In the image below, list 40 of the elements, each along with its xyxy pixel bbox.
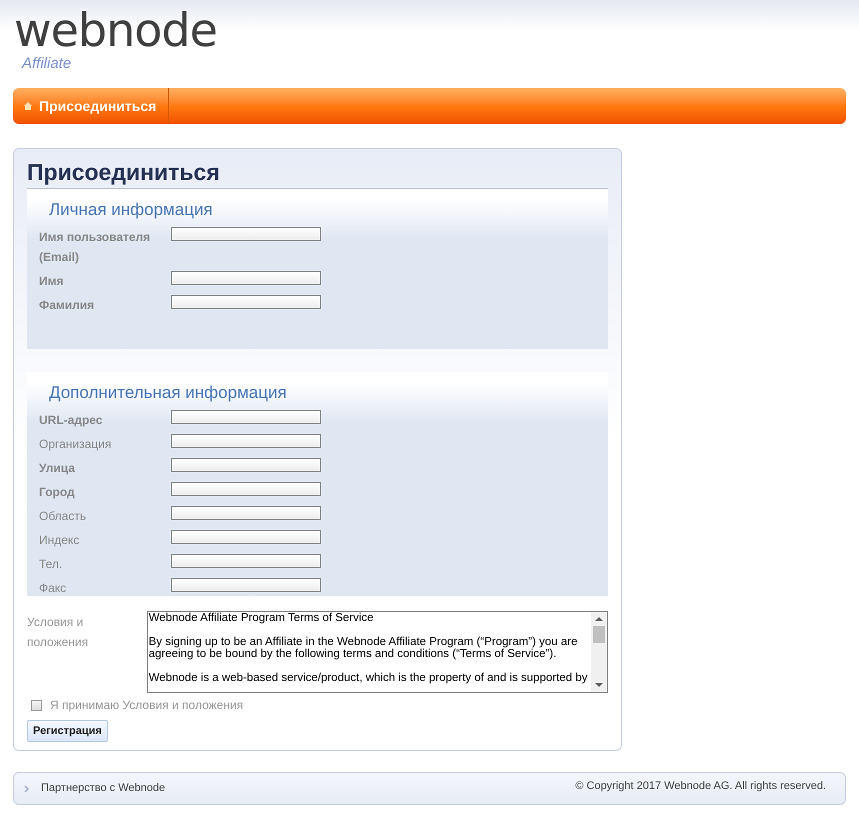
- scroll-bar[interactable]: [591, 612, 607, 692]
- input-field[interactable]: [171, 554, 321, 568]
- input-field[interactable]: [171, 530, 321, 544]
- copyright-text: © Copyright 2017 Webnode AG. All rights reserved.: [575, 779, 826, 794]
- field-label: Организация: [39, 436, 112, 453]
- terms-paragraph: Webnode Affiliate Program Terms of Service: [148, 612, 375, 624]
- input-field[interactable]: [171, 410, 321, 424]
- register-button[interactable]: Регистрация: [27, 720, 108, 742]
- input-field[interactable]: [171, 271, 321, 285]
- field-label: Фамилия: [39, 297, 96, 314]
- terms-label: Условия и положения: [27, 614, 90, 651]
- input-field[interactable]: [171, 506, 321, 520]
- input-field[interactable]: [171, 295, 321, 309]
- field-label: URL-адрес: [39, 412, 104, 429]
- scroll-thumb[interactable]: [593, 626, 605, 643]
- field-label: Индекс: [39, 532, 80, 549]
- field-label: Область: [39, 508, 88, 525]
- field-label: Город: [39, 484, 76, 501]
- terms-paragraph: Webnode is a web-based service/product, which is the property of and is supported by: [148, 672, 589, 684]
- input-field[interactable]: [171, 458, 321, 472]
- terms-paragraph: By signing up to be an Affiliate in the Webnode Affiliate Program (“Program”) you are agreeing to be bound by the following terms and conditions (“Terms of Service”).: [148, 636, 579, 660]
- accept-checkbox[interactable]: [31, 700, 42, 710]
- input-field[interactable]: [171, 578, 321, 592]
- logo-wordmark: webnode: [14, 4, 217, 56]
- footer-link[interactable]: Партнерство с Webnode: [41, 780, 166, 797]
- terms-text-area[interactable]: [146, 611, 608, 693]
- home-icon: [23, 101, 33, 111]
- field-label: Имя пользователя (Email): [39, 229, 152, 266]
- field-label: Улица: [39, 460, 76, 477]
- section-title: Личная информация: [48, 199, 213, 221]
- section-title: Дополнительная информация: [48, 382, 287, 404]
- field-label: Факс: [39, 580, 68, 597]
- input-field[interactable]: [171, 434, 321, 448]
- input-field[interactable]: [171, 482, 321, 496]
- logo-subtitle: Affiliate: [22, 56, 72, 71]
- field-label: Тел.: [39, 556, 64, 573]
- chevron-icon: [24, 784, 29, 792]
- field-label: Имя: [39, 273, 65, 290]
- accept-label: Я принимаю Условия и положения: [50, 697, 244, 714]
- input-field[interactable]: [171, 227, 321, 241]
